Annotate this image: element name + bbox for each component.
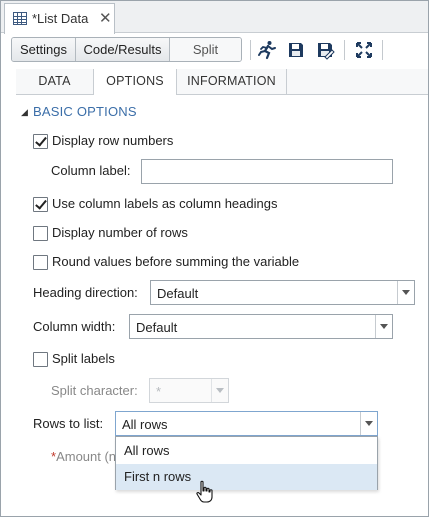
display-number-of-rows-checkbox[interactable] <box>33 226 48 241</box>
amount-label: *Amount (n <box>51 449 115 464</box>
options-tab-bar: DATA OPTIONS INFORMATION <box>16 69 428 95</box>
display-number-of-rows-option[interactable]: Display number of rows <box>33 225 233 243</box>
display-row-numbers-checkbox[interactable] <box>33 134 48 149</box>
document-tab-strip: *List Data ✕ <box>1 1 428 34</box>
chevron-down-icon[interactable] <box>360 412 377 435</box>
heading-direction-select[interactable]: Default <box>150 280 415 305</box>
toolbar: Settings Code/Results Split <box>1 34 428 64</box>
tab-options[interactable]: OPTIONS <box>94 69 177 95</box>
round-values-option[interactable]: Round values before summing the variable <box>33 254 333 272</box>
round-values-checkbox[interactable] <box>33 255 48 270</box>
column-width-select[interactable]: Default <box>129 314 393 339</box>
section-title[interactable]: BASIC OPTIONS <box>33 104 137 119</box>
rows-to-list-value: All rows <box>122 417 168 432</box>
split-character-label: Split character: <box>51 383 138 398</box>
toolbar-divider <box>344 40 345 60</box>
split-labels-label: Split labels <box>52 351 115 366</box>
close-icon[interactable]: ✕ <box>99 9 112 27</box>
tab-information[interactable]: INFORMATION <box>177 69 287 94</box>
tab-data[interactable]: DATA <box>16 69 94 94</box>
display-row-numbers-label: Display row numbers <box>52 133 174 148</box>
rows-to-list-label: Rows to list: <box>33 416 104 431</box>
settings-view-button[interactable]: Settings <box>12 38 76 61</box>
chevron-down-icon[interactable] <box>397 281 414 304</box>
table-icon <box>13 12 27 25</box>
column-label-input[interactable] <box>141 159 393 184</box>
column-width-value: Default <box>136 320 178 335</box>
column-label-label: Column label: <box>51 163 131 178</box>
round-values-label: Round values before summing the variable <box>52 254 300 269</box>
view-mode-switcher: Settings Code/Results Split <box>11 37 242 62</box>
save-icon[interactable] <box>286 40 306 60</box>
chevron-down-icon[interactable] <box>375 315 392 338</box>
toolbar-divider <box>382 40 383 60</box>
run-icon[interactable] <box>257 40 277 60</box>
dropdown-option-first-n-rows[interactable]: First n rows <box>116 464 377 490</box>
toolbar-divider <box>250 40 251 60</box>
maximize-icon[interactable] <box>354 40 374 60</box>
rows-to-list-dropdown: All rows First n rows <box>115 436 378 490</box>
heading-direction-value: Default <box>157 286 199 301</box>
split-character-select: * <box>149 378 229 403</box>
save-as-icon[interactable] <box>315 40 335 60</box>
collapse-triangle-icon[interactable]: ◢ <box>21 107 28 118</box>
display-number-of-rows-label: Display number of rows <box>52 225 188 240</box>
amount-label-text: Amount (n <box>56 449 115 464</box>
document-tab[interactable]: *List Data ✕ <box>4 3 115 34</box>
display-row-numbers-option[interactable]: Display row numbers <box>33 133 233 151</box>
heading-direction-label: Heading direction: <box>33 285 138 300</box>
use-column-labels-label: Use column labels as column headings <box>52 196 278 211</box>
document-tab-title: *List Data <box>32 11 89 26</box>
column-width-label: Column width: <box>33 319 116 334</box>
rows-to-list-select[interactable]: All rows <box>115 411 378 436</box>
split-view-button[interactable]: Split <box>170 38 241 61</box>
split-labels-checkbox[interactable] <box>33 352 48 367</box>
use-column-labels-option[interactable]: Use column labels as column headings <box>33 196 313 214</box>
dropdown-option-all-rows[interactable]: All rows <box>116 438 377 464</box>
list-data-window: *List Data ✕ Settings Code/Results Split <box>0 0 429 517</box>
use-column-labels-checkbox[interactable] <box>33 197 48 212</box>
chevron-down-icon <box>211 379 228 402</box>
split-character-value: * <box>156 384 162 399</box>
split-labels-option[interactable]: Split labels <box>33 351 153 369</box>
code-results-view-button[interactable]: Code/Results <box>76 38 170 61</box>
hand-pointer-icon <box>196 480 213 503</box>
